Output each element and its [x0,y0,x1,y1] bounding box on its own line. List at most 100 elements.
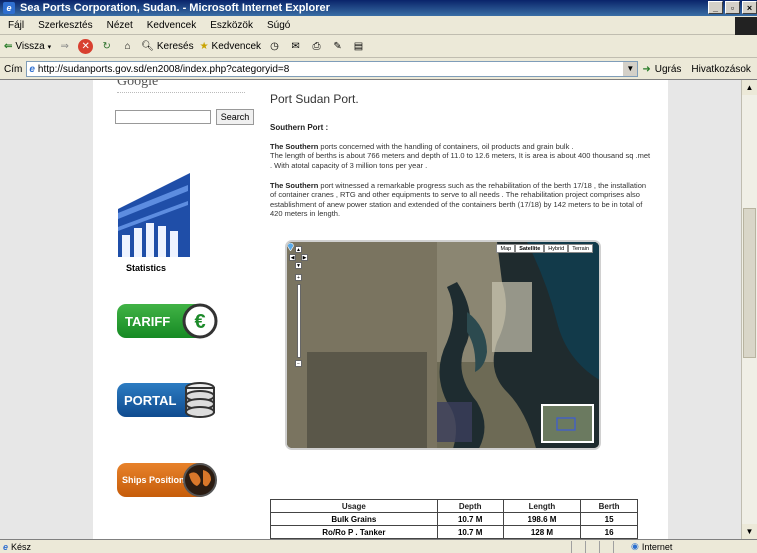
menu-favorites[interactable]: Kedvencek [147,20,196,31]
address-bar: Cím e http://sudanports.gov.sd/en2008/in… [0,59,757,80]
tariff-button[interactable]: TARIFF € [117,303,218,339]
search-button[interactable]: 🔍︎ Keresés [141,41,193,52]
search-label: Keresés [156,41,194,52]
scroll-up-icon[interactable]: ▲ [742,80,757,95]
window-title: Sea Ports Corporation, Sudan. - Microsof… [20,2,330,14]
menu-edit[interactable]: Szerkesztés [38,20,92,31]
paragraph-2-text: port witnessed a remarkable progress suc… [270,181,647,219]
berth-table: Usage Depth Length Berth Bulk Grains 10.… [270,499,638,539]
chevron-down-icon[interactable]: ▼ [623,62,638,76]
menu-file[interactable]: Fájl [8,20,24,31]
map-tab-map[interactable]: Map [496,244,516,253]
zoom-in-icon[interactable]: + [295,274,302,281]
satellite-map[interactable]: Map Satellite Hybrid Terrain ▲ ◀ ▶ ▼ + − [285,240,601,450]
menu-view[interactable]: Nézet [107,20,133,31]
minimize-button[interactable]: _ [708,1,723,14]
favorites-label: Kedvencek [211,41,262,52]
toolbar: ⇐ Vissza ▾ ⇒ ✕ ↻ ⌂ 🔍︎ Keresés ★ Kedvence… [0,36,757,58]
close-button[interactable]: × [742,1,757,14]
paragraph-1-line2: The length of berths is about 766 meters… [270,151,651,170]
back-button[interactable]: ⇐ Vissza ▾ [4,41,51,52]
history-icon[interactable]: ◷ [267,39,282,54]
map-tab-hybrid[interactable]: Hybrid [544,244,569,253]
go-arrow-icon[interactable]: ➜ [642,64,650,75]
mail-icon[interactable]: ✉ [288,39,303,54]
star-icon: ★ [199,41,209,52]
chevron-down-icon: ▾ [47,43,52,51]
table-cell: Bulk Grains [270,512,438,526]
forward-icon[interactable]: ⇒ [57,39,72,54]
map-tab-satellite[interactable]: Satellite [515,244,545,253]
statistics-image[interactable] [118,173,193,257]
menu-help[interactable]: Súgó [267,20,290,31]
print-icon[interactable]: ⎙ [309,39,324,54]
pan-up-icon[interactable]: ▲ [295,246,302,253]
divider [117,92,245,93]
windows-logo-icon [735,17,757,35]
status-pane [571,540,585,553]
ie-logo-icon: e [3,2,15,14]
map-tab-terrain[interactable]: Terrain [568,244,593,253]
vertical-scrollbar[interactable]: ▲ ▼ [741,80,757,539]
col-length: Length [502,499,582,513]
ships-position-button[interactable]: Ships Position [117,463,217,497]
euro-icon: € [182,303,218,339]
address-url: http://sudanports.gov.sd/en2008/index.ph… [37,63,290,75]
status-bar: e Kész ◉ Internet [0,539,757,553]
zoom-out-icon[interactable]: − [295,360,302,367]
section-subtitle: Southern Port : [270,123,329,132]
pan-down-icon[interactable]: ▼ [295,262,302,269]
tariff-label: TARIFF [125,313,171,329]
favorites-button[interactable]: ★ Kedvencek [200,41,261,52]
table-cell: 10.7 M [436,525,504,539]
overview-minimap[interactable] [541,404,594,443]
paragraph-1: The Southern ports concerned with the ha… [270,142,654,170]
pan-left-icon[interactable]: ◀ [289,254,296,261]
left-column: Google Search Statistics TARIFF € PORTAL… [93,80,254,539]
ships-position-label: Ships Position [122,475,185,485]
search-input[interactable] [115,110,211,124]
pan-right-icon[interactable]: ▶ [301,254,308,261]
address-field[interactable]: e http://sudanports.gov.sd/en2008/index.… [26,61,639,77]
stop-icon[interactable]: ✕ [78,39,94,54]
globe-icon [183,463,217,497]
status-pane [613,540,627,553]
table-cell: Ro/Ro P . Tanker [270,525,438,539]
edit-icon[interactable]: ✎ [330,39,345,54]
table-header-row: Usage Depth Length Berth [270,499,638,513]
col-usage: Usage [270,499,438,513]
back-label: Vissza [15,41,45,52]
browser-window: e Sea Ports Corporation, Sudan. - Micros… [0,0,757,553]
scroll-down-icon[interactable]: ▼ [742,524,757,539]
links-button[interactable]: Hivatkozások [691,64,750,75]
menu-tools[interactable]: Eszközök [210,20,253,31]
table-cell: 128 M [502,525,582,539]
paragraph-1-text: ports concerned with the handling of con… [318,142,574,151]
address-label: Cím [4,63,23,75]
location-pin-icon[interactable] [287,242,294,251]
paragraph-2-lead: The Southern [270,181,319,190]
maximize-button[interactable]: ▫ [725,1,740,14]
status-text: Kész [11,541,32,552]
map-zoom-control: ▲ ◀ ▶ ▼ + − [289,246,308,367]
table-row: Ro/Ro P . Tanker 10.7 M 128 M 16 [270,525,638,539]
portal-button[interactable]: PORTAL [117,382,215,418]
table-cell: 198.6 M [502,512,582,526]
svg-text:€: € [194,311,205,333]
search-submit-button[interactable]: Search [216,109,254,125]
refresh-icon[interactable]: ↻ [99,39,114,54]
table-cell: 15 [580,512,638,526]
table-cell: 10.7 M [436,512,504,526]
paragraph-2: The Southern port witnessed a remarkable… [270,181,654,219]
home-icon[interactable]: ⌂ [120,39,135,54]
status-pane [585,540,599,553]
go-button[interactable]: Ugrás [655,64,682,75]
zoom-slider[interactable] [297,284,301,358]
scroll-thumb[interactable] [743,208,756,358]
zone-label: Internet [641,541,673,552]
discuss-icon[interactable]: ▤ [351,39,366,54]
statistics-label[interactable]: Statistics [126,263,166,273]
status-pane [599,540,613,553]
page-done-icon: e [3,541,9,552]
menu-bar: Fájl Szerkesztés Nézet Kedvencek Eszközö… [0,17,757,35]
